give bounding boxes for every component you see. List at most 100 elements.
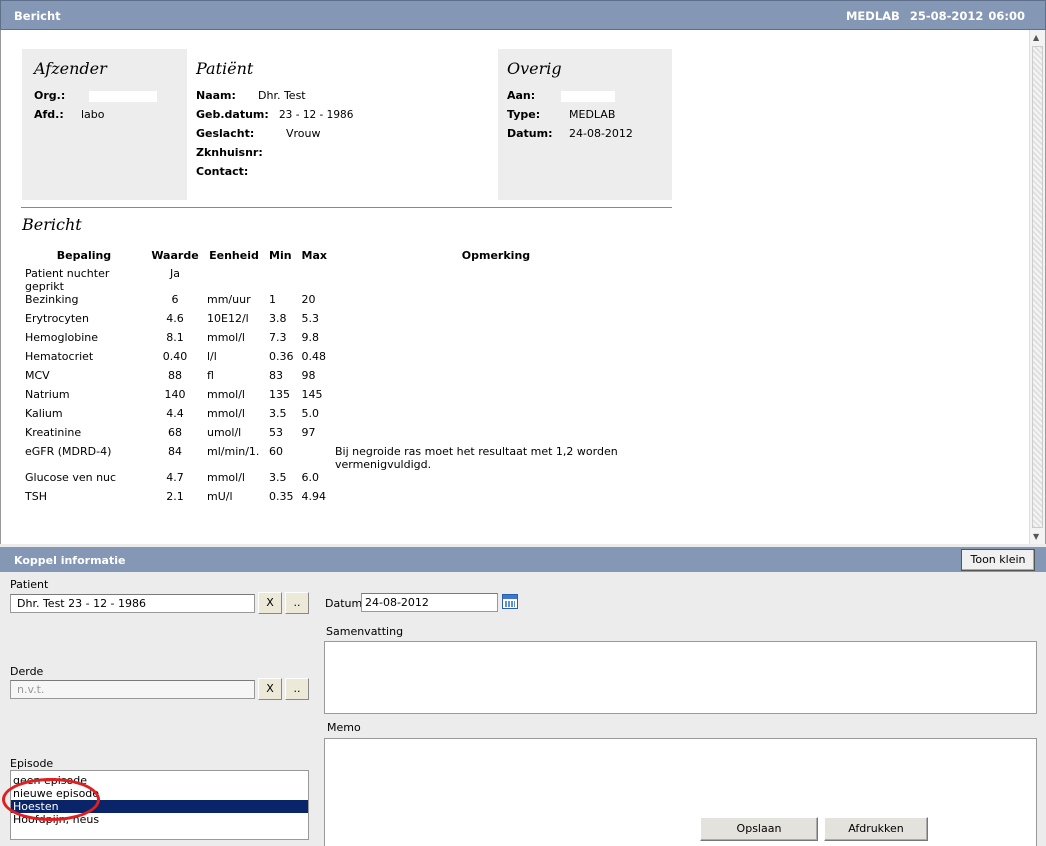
result-row: Kreatinine 68 umol/l 53 97 [21,426,661,445]
section-divider [21,207,672,208]
koppel-header: Koppel informatie [0,547,1046,572]
report-scrollbar[interactable]: ▲ ▼ [1029,30,1045,544]
afdrukken-button[interactable]: Afdrukken [824,817,928,841]
result-min: 0.36 [269,350,294,363]
derde-browse-button[interactable]: .. [285,678,309,700]
result-bepaling: Erytrocyten [25,312,89,325]
afzender-heading: Afzender [34,59,107,78]
result-eenheid: mmol/l [207,331,245,344]
scroll-down-arrow-icon[interactable]: ▼ [1033,532,1039,541]
result-waarde: 0.40 [162,350,188,363]
result-row: Hematocriet 0.40 l/l 0.36 0.48 [21,350,661,369]
datum-value: 24-08-2012 [569,127,633,140]
result-eenheid: mmol/l [207,388,245,401]
result-max: 9.8 [301,331,320,344]
patient-input[interactable]: Dhr. Test 23 - 12 - 1986 [10,594,255,613]
col-min: Min [269,249,292,262]
result-waarde: 140 [164,388,186,401]
result-eenheid: l/l [207,350,217,363]
result-row: Erytrocyten 4.6 10E12/l 3.8 5.3 [21,312,661,331]
memo-label: Memo [327,721,361,734]
derde-input[interactable]: n.v.t. [10,680,255,699]
result-min [265,267,298,293]
result-row: Kalium 4.4 mmol/l 3.5 5.0 [21,407,661,426]
result-bepaling: Kalium [25,407,63,420]
toon-klein-button[interactable]: Toon klein [961,549,1035,571]
result-eenheid: mm/uur [207,293,251,306]
result-bepaling: Bezinking [25,293,79,306]
result-min: 0.35 [269,490,294,503]
result-min: 1 [269,293,276,306]
patient-browse-button[interactable]: .. [285,592,309,614]
result-eenheid [203,267,265,293]
window-titlebar: Bericht MEDLAB 25-08-2012 06:00 [0,0,1046,30]
result-max: 4.94 [301,490,327,503]
aan-label: Aan: [507,89,536,102]
result-eenheid: ml/min/1. [207,445,260,458]
col-waarde: Waarde [151,249,199,262]
derde-clear-button[interactable]: X [258,678,282,700]
col-eenheid: Eenheid [209,249,259,262]
result-waarde: 84 [168,445,182,458]
datum-field-label: Datum [325,597,363,610]
result-row: Patient nuchter geprikt Ja [21,267,661,293]
result-row: Hemoglobine 8.1 mmol/l 7.3 9.8 [21,331,661,350]
result-min: 60 [269,445,283,458]
result-max: 5.0 [301,407,320,420]
overig-panel: Overig Aan: Type: MEDLAB Datum: 24-08-20… [498,49,672,200]
samenvatting-label: Samenvatting [326,625,404,638]
geb-label: Geb.datum: [196,108,269,121]
patient-clear-button[interactable]: X [258,592,282,614]
scroll-up-arrow-icon[interactable]: ▲ [1033,33,1039,42]
geb-value: 23 - 12 - 1986 [279,109,354,121]
patient-heading: Patiënt [196,59,254,78]
result-opmerking [331,331,661,350]
type-label: Type: [507,108,541,121]
result-max: 20 [301,293,316,306]
result-eenheid: fl [207,369,214,382]
col-bepaling: Bepaling [56,249,112,262]
annotation-highlight-circle [2,778,100,821]
col-opmerking: Opmerking [461,249,531,262]
contact-label: Contact: [196,165,249,178]
result-waarde: 88 [168,369,182,382]
result-row: MCV 88 fl 83 98 [21,369,661,388]
result-bepaling: Kreatinine [25,426,82,439]
result-opmerking [331,267,661,293]
result-min: 3.5 [269,471,287,484]
type-value: MEDLAB [569,108,616,121]
result-max: 6.0 [301,471,320,484]
result-min: 7.3 [269,331,287,344]
result-bepaling: Glucose ven nuc [25,471,117,484]
result-bepaling: Patient nuchter geprikt [25,267,110,293]
datum-input[interactable]: 24-08-2012 [361,593,498,612]
memo-textarea[interactable] [324,738,1037,846]
result-bepaling: MCV [25,369,50,382]
result-max: 145 [301,388,323,401]
result-eenheid: 10E12/l [207,312,249,325]
result-max [298,267,331,293]
patient-field-label: Patient [10,578,49,591]
opslaan-button[interactable]: Opslaan [700,817,818,841]
afd-label: Afd.: [34,108,64,121]
result-row: Bezinking 6 mm/uur 1 20 [21,293,661,312]
samenvatting-textarea[interactable] [324,641,1037,714]
calendar-icon[interactable] [502,594,518,609]
result-waarde: 4.6 [166,312,184,325]
result-eenheid: mmol/l [207,407,245,420]
result-max: 97 [301,426,316,439]
result-min: 135 [269,388,290,401]
afzender-panel: Afzender Org.: Afd.: labo [22,49,187,200]
report-document: Afzender Org.: Afd.: labo Patiënt Naam: … [0,30,1046,544]
result-opmerking [331,407,661,426]
result-row: TSH 2.1 mU/l 0.35 4.94 [21,490,661,509]
org-label: Org.: [34,89,66,102]
datum-label: Datum: [507,127,553,140]
scrollbar-track[interactable] [1032,46,1043,528]
result-max: 5.3 [301,312,320,325]
result-waarde: 2.1 [166,490,184,503]
col-max: Max [301,249,327,262]
result-opmerking [331,293,661,312]
result-row: eGFR (MDRD-4) 84 ml/min/1. 60 Bij negroide r… [21,445,661,471]
episode-field-label: Episode [10,757,54,770]
